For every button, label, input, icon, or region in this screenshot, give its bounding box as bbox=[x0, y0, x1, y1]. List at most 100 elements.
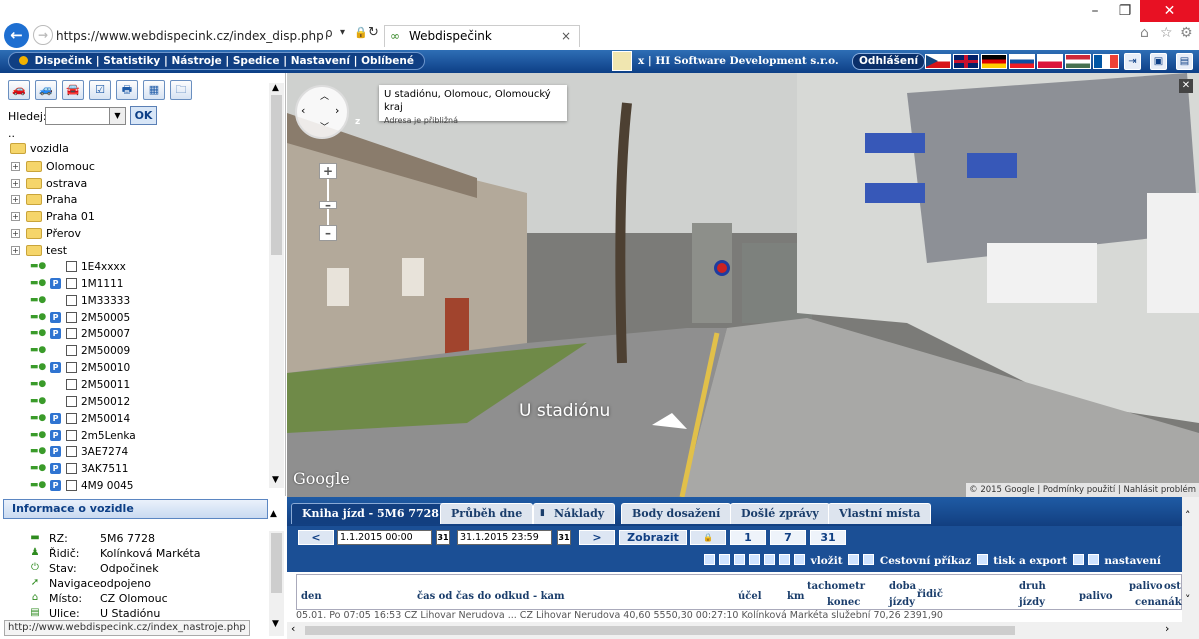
vehicle-checkbox[interactable] bbox=[66, 446, 77, 458]
col-other[interactable]: ost bbox=[1164, 581, 1181, 592]
tree-folder[interactable]: Praha bbox=[26, 192, 77, 208]
restore-icon[interactable]: ❐ bbox=[1110, 0, 1140, 22]
vehicle-checkbox[interactable] bbox=[66, 463, 77, 475]
tree-folder[interactable]: Praha 01 bbox=[26, 209, 95, 225]
vehicle-label[interactable]: 2M50005 bbox=[81, 310, 130, 326]
scroll-down-icon[interactable]: ▼ bbox=[272, 619, 279, 629]
col-duration-2[interactable]: jízdy bbox=[889, 597, 915, 608]
tab-received-messages[interactable]: Došlé zprávy bbox=[730, 503, 830, 524]
scroll-down-icon[interactable]: ˅ bbox=[1185, 593, 1191, 606]
flag-de-icon[interactable] bbox=[981, 54, 1007, 69]
flag-cz-icon[interactable] bbox=[925, 54, 951, 69]
search-input[interactable] bbox=[45, 107, 110, 125]
scroll-right-icon[interactable]: › bbox=[1165, 622, 1169, 635]
logout-button[interactable]: Odhlášení bbox=[852, 53, 926, 70]
vehicle-checkbox[interactable] bbox=[66, 294, 77, 306]
expand-icon[interactable]: + bbox=[11, 245, 20, 255]
car-print-icon[interactable]: 🖶 bbox=[116, 80, 138, 100]
col-odometer-end[interactable]: konec bbox=[827, 597, 860, 608]
travel-order-icon[interactable] bbox=[863, 554, 875, 565]
tab-day-progress[interactable]: Průběh dne bbox=[440, 503, 534, 524]
vehicle-label[interactable]: 1M1111 bbox=[81, 276, 123, 292]
chevron-down-icon[interactable]: ▼ bbox=[110, 107, 126, 125]
flag-fr-icon[interactable] bbox=[1093, 54, 1119, 69]
vehicle-checkbox[interactable] bbox=[66, 328, 77, 340]
window-icon[interactable]: ▣ bbox=[1150, 53, 1167, 70]
forward-icon[interactable]: → bbox=[33, 25, 53, 45]
flag-sk-icon[interactable] bbox=[1009, 54, 1035, 69]
car-tool-icon[interactable]: 🚗 bbox=[8, 80, 30, 100]
info-panel-title[interactable]: Informace o vozidle bbox=[3, 499, 268, 519]
url-field[interactable]: https://www.webdispecink.cz/index_disp.p… bbox=[56, 27, 324, 45]
zoom-out-button[interactable]: – bbox=[319, 225, 337, 241]
document-icon[interactable] bbox=[794, 554, 805, 565]
menu-spedice[interactable]: Spedice bbox=[233, 55, 280, 67]
vehicle-label[interactable]: 2M50010 bbox=[81, 360, 130, 376]
street-view-panel[interactable]: ︿ ‹ › ﹀ z + – – U stadiónu, Olomouc, Olo… bbox=[287, 73, 1199, 497]
col-purpose[interactable]: účel bbox=[738, 591, 762, 602]
vehicle-checkbox[interactable] bbox=[66, 378, 77, 390]
vehicle-checkbox[interactable] bbox=[66, 261, 77, 272]
dropdown-icon[interactable]: ▾ bbox=[340, 27, 345, 38]
merge-icon[interactable] bbox=[779, 554, 790, 565]
minimize-icon[interactable]: – bbox=[1080, 0, 1110, 22]
home-icon[interactable]: ⌂ bbox=[1140, 25, 1149, 41]
tree-folder[interactable]: test bbox=[26, 243, 67, 259]
tree-folder[interactable]: Olomouc bbox=[26, 159, 95, 175]
menu-dispecink[interactable]: Dispečink bbox=[35, 55, 92, 67]
vehicle-label[interactable]: 1E4xxxx bbox=[81, 259, 126, 275]
close-icon[interactable]: ✕ bbox=[1179, 79, 1193, 93]
range-1-button[interactable]: 1 bbox=[730, 530, 766, 545]
search-icon[interactable]: ρ bbox=[325, 26, 333, 40]
vehicle-label[interactable]: 2M50012 bbox=[81, 394, 130, 410]
col-fuel[interactable]: palivo bbox=[1079, 591, 1113, 602]
scroll-down-icon[interactable]: ▼ bbox=[272, 475, 279, 485]
print-icon[interactable] bbox=[734, 554, 745, 565]
travel-order-link[interactable]: Cestovní příkaz bbox=[880, 555, 971, 567]
tab-costs[interactable]: ▮ Náklady bbox=[533, 503, 616, 524]
marker-icon[interactable] bbox=[749, 554, 760, 565]
menu-oblibene[interactable]: Oblíbené bbox=[361, 55, 414, 67]
calendar-icon[interactable]: 31 bbox=[557, 530, 571, 545]
scroll-left-icon[interactable]: ‹ bbox=[291, 622, 295, 635]
save-icon[interactable]: ▤ bbox=[1176, 53, 1193, 70]
lock-button[interactable]: 🔒 bbox=[690, 530, 726, 545]
tab-trip-book[interactable]: Kniha jízd - 5M6 7728 bbox=[291, 503, 450, 524]
back-icon[interactable]: ← bbox=[4, 23, 29, 48]
col-driver[interactable]: řidič bbox=[917, 589, 943, 600]
expand-icon[interactable]: + bbox=[11, 162, 20, 171]
horizontal-scrollbar[interactable]: ‹ › bbox=[287, 622, 1182, 639]
delete-icon[interactable] bbox=[719, 554, 730, 565]
checkbox-tool-icon[interactable]: ☑ bbox=[89, 80, 111, 100]
table-row[interactable]: 05.01. Po 07:05 16:53 CZ Lihovar Nerudov… bbox=[296, 610, 1182, 622]
scroll-thumb[interactable] bbox=[271, 95, 282, 255]
pan-up-icon[interactable]: ︿ bbox=[320, 89, 329, 102]
date-from-input[interactable]: 1.1.2015 00:00 bbox=[337, 530, 432, 545]
calendar-icon[interactable]: 31 bbox=[436, 530, 450, 545]
check-icon[interactable] bbox=[764, 554, 775, 565]
calendar-small-icon[interactable] bbox=[1072, 554, 1084, 565]
pan-down-icon[interactable]: ﹀ bbox=[320, 120, 329, 133]
range-31-button[interactable]: 31 bbox=[810, 530, 846, 545]
tree-folder[interactable]: Přerov bbox=[26, 226, 81, 242]
flag-pl-icon[interactable] bbox=[1037, 54, 1063, 69]
col-odometer[interactable]: tachometr bbox=[807, 581, 865, 592]
street-view-compass[interactable]: ︿ ‹ › ﹀ bbox=[295, 85, 349, 139]
add-icon[interactable] bbox=[704, 554, 715, 565]
expand-icon[interactable]: + bbox=[11, 195, 20, 205]
next-button[interactable]: > bbox=[579, 530, 615, 545]
tab-reached-points[interactable]: Body dosažení bbox=[621, 503, 732, 524]
expand-icon[interactable]: + bbox=[11, 178, 20, 188]
vehicle-label[interactable]: 3AK7511 bbox=[81, 461, 128, 477]
pan-right-icon[interactable]: › bbox=[335, 104, 339, 117]
vehicle-checkbox[interactable] bbox=[66, 395, 77, 407]
settings-link[interactable]: nastavení bbox=[1104, 555, 1160, 567]
col-fuel-cost-2[interactable]: cena bbox=[1135, 597, 1161, 608]
refresh-icon[interactable]: ↻ bbox=[368, 25, 379, 40]
close-icon[interactable]: ✕ bbox=[1140, 0, 1199, 22]
date-to-input[interactable]: 31.1.2015 23:59 bbox=[457, 530, 552, 545]
menu-nastaveni[interactable]: Nastavení bbox=[291, 55, 350, 67]
flag-hu-icon[interactable] bbox=[1065, 54, 1091, 69]
scroll-up-icon[interactable]: ▲ bbox=[272, 83, 279, 93]
menu-nastroje[interactable]: Nástroje bbox=[171, 55, 221, 67]
